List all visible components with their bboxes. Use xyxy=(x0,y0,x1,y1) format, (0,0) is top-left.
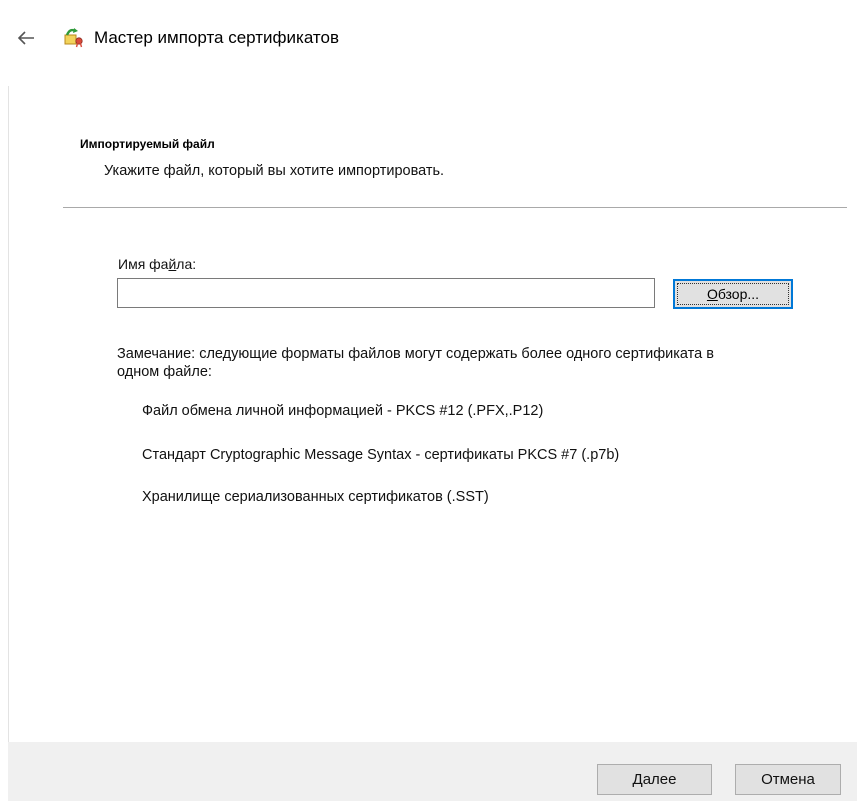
file-name-label-part1: Имя фа xyxy=(118,256,169,272)
back-arrow-icon xyxy=(17,31,34,45)
cancel-button[interactable]: Отмена xyxy=(735,764,841,795)
next-button-label: алее xyxy=(642,771,677,788)
browse-button[interactable]: Обзор... xyxy=(673,279,793,309)
window-title: Мастер импорта сертификатов xyxy=(94,28,340,47)
header-divider xyxy=(63,207,847,208)
section-title: Импортируемый файл xyxy=(80,137,215,151)
format-item-sst: Хранилище сериализованных сертификатов (… xyxy=(142,489,489,505)
file-name-input[interactable] xyxy=(117,278,655,308)
file-name-label: Имя файла: xyxy=(118,256,196,272)
section-subtitle: Укажите файл, который вы хотите импортир… xyxy=(104,163,445,179)
certificate-wizard-icon xyxy=(64,28,83,48)
cancel-button-label: Отмена xyxy=(761,771,815,788)
wizard-footer xyxy=(8,742,857,801)
file-name-label-part2: ла: xyxy=(176,256,197,272)
format-item-p7b: Стандарт Cryptographic Message Syntax - … xyxy=(142,447,620,463)
back-button[interactable] xyxy=(12,26,40,50)
window-left-border xyxy=(8,86,9,742)
format-item-pfx: Файл обмена личной информацией - PKCS #1… xyxy=(142,403,544,419)
formats-note: Замечание: следующие форматы файлов могу… xyxy=(117,346,714,380)
browse-button-label: бзор... xyxy=(717,286,760,302)
browse-button-access-key: О xyxy=(706,286,718,302)
next-button-access-key: Д xyxy=(632,771,643,788)
next-button[interactable]: Далее xyxy=(597,764,712,795)
